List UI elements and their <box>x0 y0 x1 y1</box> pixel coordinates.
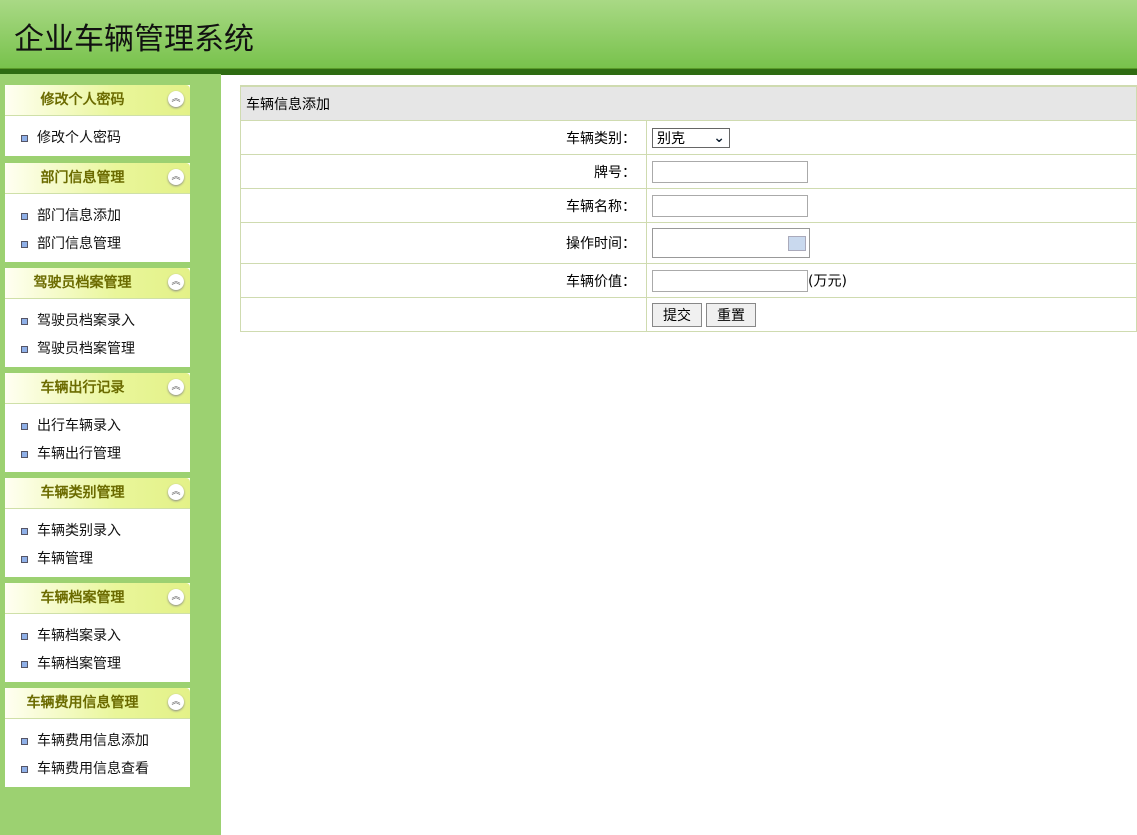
main-content: 车辆信息添加 车辆类别： 别克 ⌄ 牌号： 车辆名称： 操作时间： 车辆价值： (… <box>240 85 1137 332</box>
price-unit: (万元) <box>808 273 847 289</box>
sidebar-item[interactable]: 车辆类别录入 <box>5 517 190 545</box>
sidebar-item[interactable]: 出行车辆录入 <box>5 412 190 440</box>
sidebar-section-body: 出行车辆录入 车辆出行管理 <box>5 404 190 472</box>
sidebar-item[interactable]: 车辆档案录入 <box>5 622 190 650</box>
sidebar-section-header[interactable]: 车辆类别管理 ︽ <box>5 478 190 509</box>
collapse-icon[interactable]: ︽ <box>168 169 184 185</box>
sidebar-section: 部门信息管理 ︽ 部门信息添加 部门信息管理 <box>5 163 190 262</box>
sidebar-section-body: 车辆类别录入 车辆管理 <box>5 509 190 577</box>
sidebar-section-header[interactable]: 车辆费用信息管理 ︽ <box>5 688 190 719</box>
sidebar-item[interactable]: 修改个人密码 <box>5 124 190 152</box>
collapse-icon[interactable]: ︽ <box>168 694 184 710</box>
submit-button[interactable]: 提交 <box>652 302 702 327</box>
collapse-icon[interactable]: ︽ <box>168 484 184 500</box>
sidebar-section-title: 车辆类别管理 <box>40 485 125 501</box>
collapse-icon[interactable]: ︽ <box>168 589 184 605</box>
category-selected-value: 别克 <box>657 130 685 147</box>
sidebar-section-header[interactable]: 部门信息管理 ︽ <box>5 163 190 194</box>
plate-input[interactable] <box>652 160 808 183</box>
category-label: 车辆类别： <box>240 120 647 155</box>
sidebar-section-header[interactable]: 车辆档案管理 ︽ <box>5 583 190 614</box>
calendar-icon[interactable] <box>788 236 806 251</box>
empty-cell <box>240 297 647 332</box>
sidebar-item[interactable]: 部门信息添加 <box>5 202 190 230</box>
price-label: 车辆价值： <box>240 263 647 298</box>
sidebar-item[interactable]: 车辆档案管理 <box>5 650 190 678</box>
sidebar-section: 车辆费用信息管理 ︽ 车辆费用信息添加 车辆费用信息查看 <box>5 688 190 787</box>
sidebar-item[interactable]: 车辆费用信息添加 <box>5 727 190 755</box>
form-title: 车辆信息添加 <box>240 85 1137 121</box>
collapse-icon[interactable]: ︽ <box>168 379 184 395</box>
vehicle-name-input[interactable] <box>652 194 808 217</box>
sidebar-section-body: 驾驶员档案录入 驾驶员档案管理 <box>5 299 190 367</box>
sidebar-section: 车辆档案管理 ︽ 车辆档案录入 车辆档案管理 <box>5 583 190 682</box>
time-label: 操作时间： <box>240 222 647 264</box>
sidebar-section-header[interactable]: 修改个人密码 ︽ <box>5 85 190 116</box>
reset-button[interactable]: 重置 <box>706 302 756 327</box>
plate-label: 牌号： <box>240 154 647 189</box>
sidebar-section-title: 部门信息管理 <box>40 170 125 186</box>
sidebar-item[interactable]: 驾驶员档案管理 <box>5 335 190 363</box>
sidebar-item[interactable]: 车辆出行管理 <box>5 440 190 468</box>
name-label: 车辆名称： <box>240 188 647 223</box>
app-title: 企业车辆管理系统 <box>14 22 254 57</box>
vehicle-form: 车辆信息添加 车辆类别： 别克 ⌄ 牌号： 车辆名称： 操作时间： 车辆价值： (… <box>240 85 1137 332</box>
sidebar-section-title: 车辆出行记录 <box>40 380 125 396</box>
operation-time-input[interactable] <box>652 228 810 258</box>
category-select[interactable]: 别克 ⌄ <box>652 127 730 148</box>
sidebar-section-title: 车辆费用信息管理 <box>26 695 139 711</box>
sidebar-item[interactable]: 驾驶员档案录入 <box>5 307 190 335</box>
sidebar-section-header[interactable]: 驾驶员档案管理 ︽ <box>5 268 190 299</box>
sidebar-section-body: 车辆费用信息添加 车辆费用信息查看 <box>5 719 190 787</box>
sidebar-section-title: 驾驶员档案管理 <box>33 275 132 291</box>
sidebar-section-title: 车辆档案管理 <box>40 590 125 606</box>
sidebar-section-body: 修改个人密码 <box>5 116 190 156</box>
collapse-icon[interactable]: ︽ <box>168 274 184 290</box>
chevron-down-icon: ⌄ <box>713 129 725 146</box>
sidebar-section-body: 车辆档案录入 车辆档案管理 <box>5 614 190 682</box>
sidebar-item[interactable]: 车辆费用信息查看 <box>5 755 190 783</box>
sidebar-section-body: 部门信息添加 部门信息管理 <box>5 194 190 262</box>
sidebar-section: 车辆出行记录 ︽ 出行车辆录入 车辆出行管理 <box>5 373 190 472</box>
sidebar-section: 驾驶员档案管理 ︽ 驾驶员档案录入 驾驶员档案管理 <box>5 268 190 367</box>
price-input[interactable] <box>652 269 808 292</box>
app-header: 企业车辆管理系统 <box>0 0 1137 68</box>
sidebar-section-header[interactable]: 车辆出行记录 ︽ <box>5 373 190 404</box>
sidebar-item[interactable]: 部门信息管理 <box>5 230 190 258</box>
sidebar-section-title: 修改个人密码 <box>40 92 125 108</box>
sidebar-item[interactable]: 车辆管理 <box>5 545 190 573</box>
sidebar-section: 修改个人密码 ︽ 修改个人密码 <box>5 85 190 156</box>
sidebar: 修改个人密码 ︽ 修改个人密码 部门信息管理 ︽ 部门信息添加 部门信息管理 驾驶员档案管理 ︽… <box>0 74 221 835</box>
collapse-icon[interactable]: ︽ <box>168 91 184 107</box>
sidebar-section: 车辆类别管理 ︽ 车辆类别录入 车辆管理 <box>5 478 190 577</box>
